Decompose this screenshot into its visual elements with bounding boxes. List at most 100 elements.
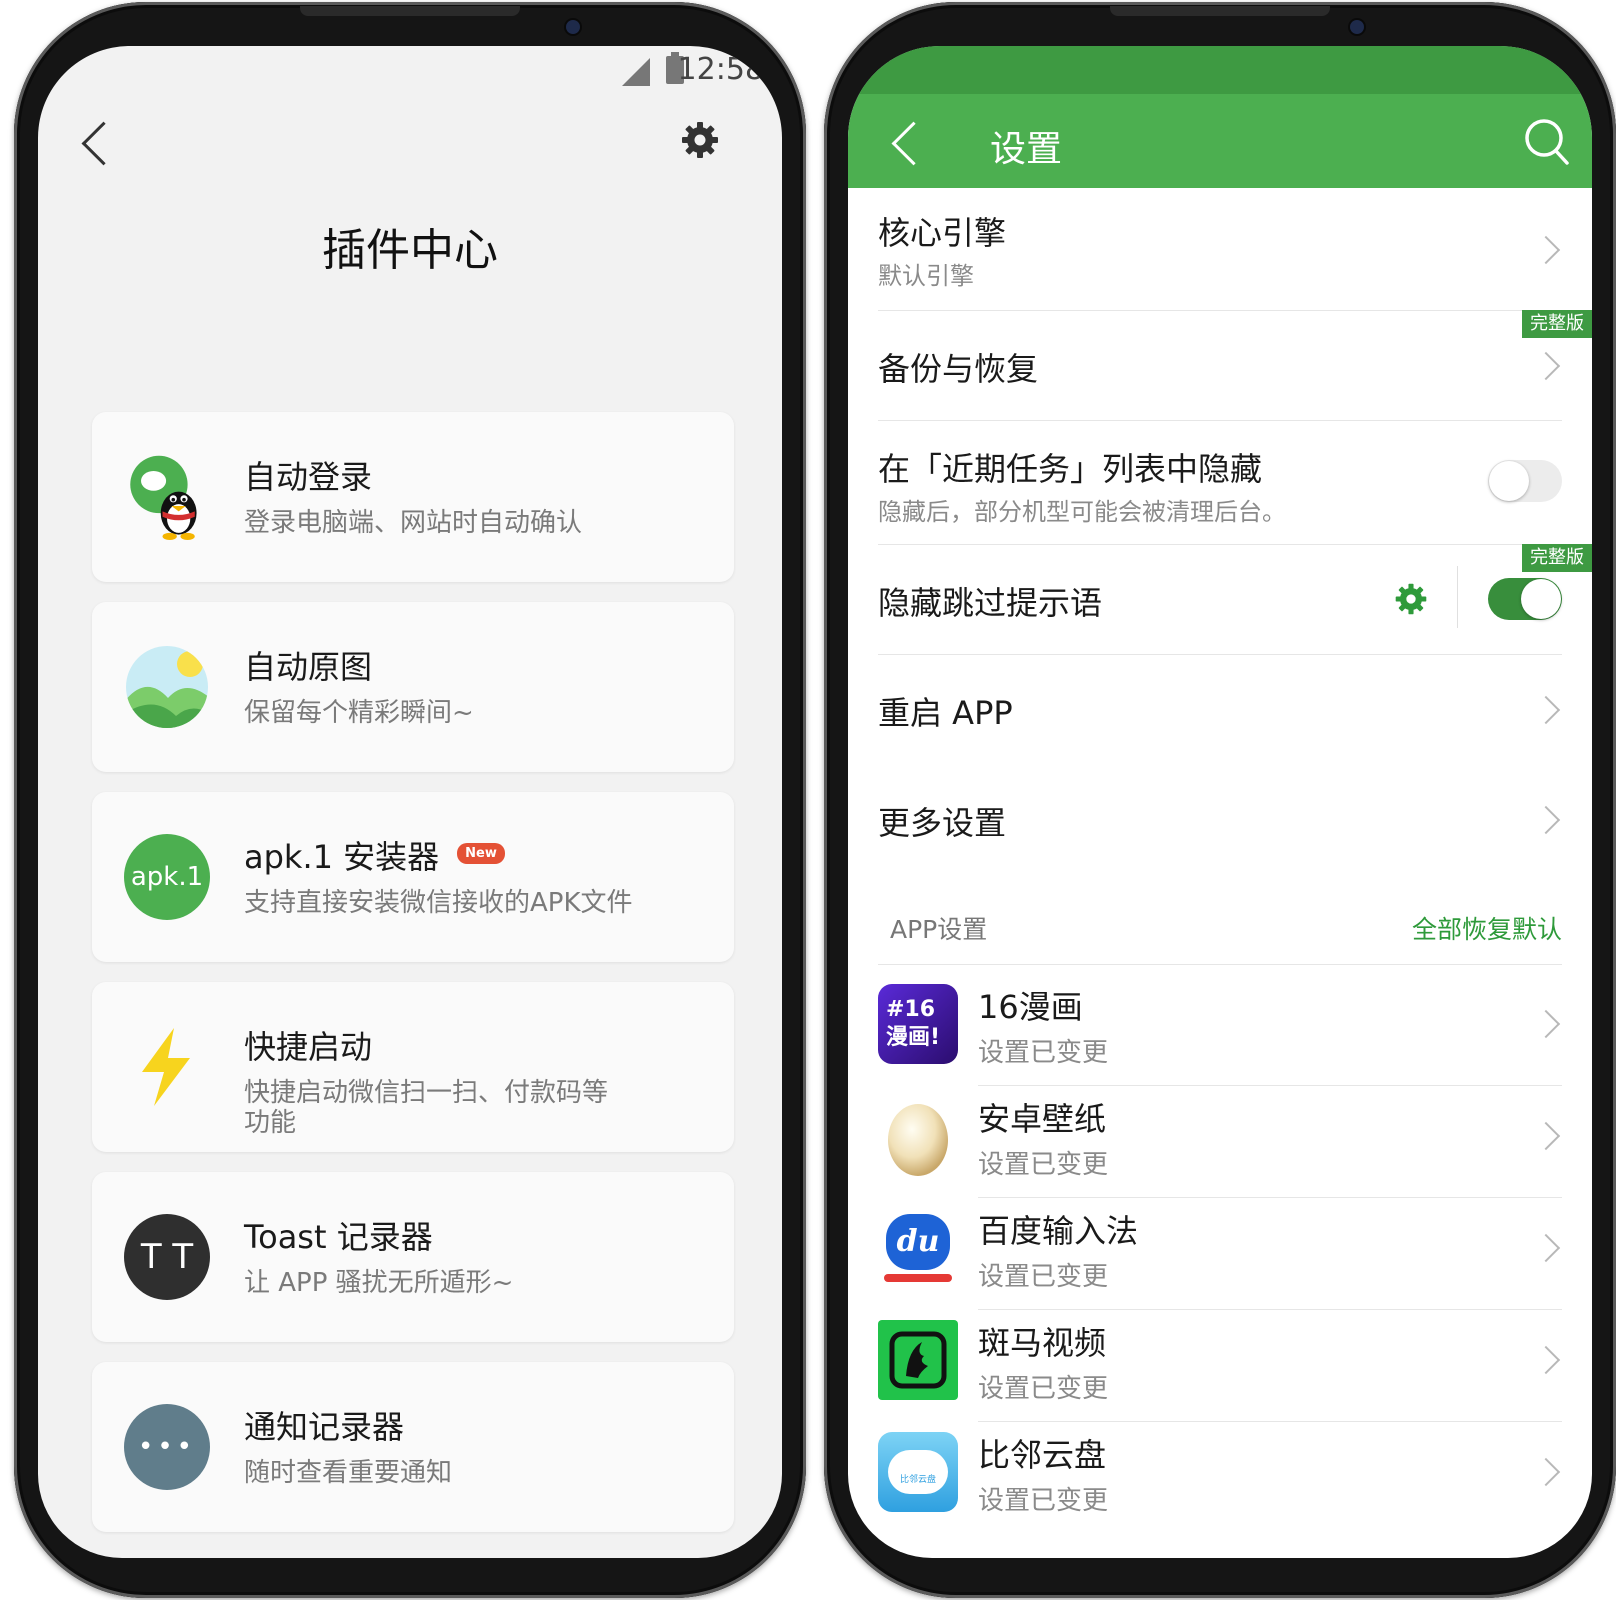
setting-hide-skip-tip[interactable]: 隐藏跳过提示语 xyxy=(878,544,1562,656)
status-time: 12:59 xyxy=(848,46,895,65)
settings-screen: 12:59 设置 核心引擎 默认引擎 完整版 备份与恢复 在「近期任务」列表中隐… xyxy=(848,46,1592,1558)
wechat-qq-icon xyxy=(130,455,197,540)
plugin-desc: 快捷启动微信扫一扫、付款码等功能 xyxy=(244,1078,609,1138)
app-row-baidu-input[interactable]: du 百度输入法 设置已变更 xyxy=(878,1198,1562,1310)
chevron-right-icon xyxy=(1531,1457,1561,1487)
app-bar: 12:59 设置 xyxy=(848,46,1592,188)
phone-right: 12:59 设置 核心引擎 默认引擎 完整版 备份与恢复 在「近期任务」列表中隐… xyxy=(824,2,1616,1598)
app-icon-16manhua: #16 漫画! xyxy=(878,984,958,1064)
plugin-title: 自动原图 xyxy=(244,648,373,686)
app-status: 设置已变更 xyxy=(978,1486,1109,1516)
setting-backup-restore[interactable]: 备份与恢复 xyxy=(878,310,1562,420)
back-icon[interactable] xyxy=(891,121,936,166)
page-title: 插件中心 xyxy=(322,225,498,276)
app-row-zebra-video[interactable]: 斑马视频 设置已变更 xyxy=(878,1310,1562,1422)
chat-bubble-icon: ••• xyxy=(124,1404,210,1490)
app-status: 设置已变更 xyxy=(978,1374,1109,1404)
status-bar: 12:59 xyxy=(848,46,1592,94)
plugin-title-row: apk.1 安装器 New xyxy=(244,832,505,878)
toggle-knob xyxy=(1521,579,1561,619)
plugin-card-quick-launch[interactable]: 快捷启动 快捷启动微信扫一扫、付款码等功能 xyxy=(92,982,734,1152)
status-time: 12:58 xyxy=(677,52,764,87)
restore-all-defaults-link[interactable]: 全部恢复默认 xyxy=(1412,910,1562,946)
app-status: 设置已变更 xyxy=(978,1262,1109,1292)
phone-notch xyxy=(300,6,520,16)
setting-more[interactable]: 更多设置 xyxy=(878,764,1562,874)
chevron-right-icon xyxy=(1531,1233,1561,1263)
apk-icon: apk.1 xyxy=(124,834,210,920)
plugin-desc: 随时查看重要通知 xyxy=(244,1458,453,1488)
divider xyxy=(878,964,1562,965)
chevron-right-icon xyxy=(1531,695,1561,725)
toggle-knob xyxy=(1489,461,1529,501)
app-name: 16漫画 xyxy=(978,988,1083,1026)
lightning-icon xyxy=(142,1028,190,1106)
chevron-right-icon xyxy=(1531,1009,1561,1039)
phone-notch xyxy=(1110,6,1330,16)
hide-recent-toggle[interactable] xyxy=(1488,460,1562,502)
status-bar: 12:58 xyxy=(38,46,782,94)
app-status: 设置已变更 xyxy=(978,1038,1109,1068)
app-status: 设置已变更 xyxy=(978,1150,1109,1180)
settings-gear-icon[interactable] xyxy=(680,120,720,160)
app-name: 比邻云盘 xyxy=(978,1436,1107,1474)
app-name: 斑马视频 xyxy=(978,1324,1107,1362)
app-icon-bilin-cloud: 比邻云盘 xyxy=(878,1432,958,1512)
settings-gear-icon[interactable] xyxy=(1394,582,1428,616)
setting-title: 隐藏跳过提示语 xyxy=(878,584,1103,622)
chevron-right-icon xyxy=(1531,351,1561,381)
plugin-card-auto-login[interactable]: 自动登录 登录电脑端、网站时自动确认 xyxy=(92,412,734,582)
chevron-right-icon xyxy=(1531,235,1561,265)
plugin-center-screen: 12:58 插件中心 自动登录 登录电脑端、网站时自动确认 自动原图 保留每个精… xyxy=(38,46,782,1558)
back-icon[interactable] xyxy=(81,121,126,166)
plugin-card-apk-installer[interactable]: apk.1 apk.1 安装器 New 支持直接安装微信接收的APK文件 xyxy=(92,792,734,962)
setting-title: 在「近期任务」列表中隐藏 xyxy=(878,450,1263,488)
plugin-card-auto-original[interactable]: 自动原图 保留每个精彩瞬间~ xyxy=(92,602,734,772)
setting-title: 备份与恢复 xyxy=(878,350,1039,388)
plugin-desc: 让 APP 骚扰无所遁形~ xyxy=(244,1268,514,1298)
app-row-android-wallpaper[interactable]: 安卓壁纸 设置已变更 xyxy=(878,1086,1562,1198)
wave-decoration xyxy=(884,1274,952,1282)
app-name: 安卓壁纸 xyxy=(978,1100,1107,1138)
setting-title: 重启 APP xyxy=(878,694,1013,732)
plugin-title: 快捷启动 xyxy=(244,1028,373,1066)
app-icon-baidu-input: du xyxy=(878,1208,958,1288)
signal-icon xyxy=(622,58,650,86)
du-logo: du xyxy=(886,1214,950,1270)
front-camera xyxy=(566,20,580,34)
setting-subtitle: 默认引擎 xyxy=(878,262,974,290)
chevron-right-icon xyxy=(1531,1121,1561,1151)
plugin-desc: 登录电脑端、网站时自动确认 xyxy=(244,508,583,538)
page-title: 设置 xyxy=(990,129,1063,170)
setting-subtitle: 隐藏后，部分机型可能会被清理后台。 xyxy=(878,498,1286,526)
plugin-desc: 支持直接安装微信接收的APK文件 xyxy=(244,888,633,918)
zebra-icon xyxy=(878,1320,958,1400)
app-row-bilin-cloud[interactable]: 比邻云盘 比邻云盘 设置已变更 xyxy=(878,1422,1562,1534)
setting-core-engine[interactable]: 核心引擎 默认引擎 xyxy=(878,188,1562,308)
section-label: APP设置 xyxy=(890,915,988,944)
cloud-logo: 比邻云盘 xyxy=(888,1450,948,1494)
plugin-title: Toast 记录器 xyxy=(244,1218,433,1256)
hide-skip-tip-toggle[interactable] xyxy=(1488,578,1562,620)
chevron-right-icon xyxy=(1531,805,1561,835)
setting-title: 核心引擎 xyxy=(878,214,1007,252)
plugin-card-toast-logger[interactable]: T T Toast 记录器 让 APP 骚扰无所遁形~ xyxy=(92,1172,734,1342)
landscape-photo-icon xyxy=(126,646,208,728)
chevron-right-icon xyxy=(1531,1345,1561,1375)
phone-left: 12:58 插件中心 自动登录 登录电脑端、网站时自动确认 自动原图 保留每个精… xyxy=(14,2,806,1598)
front-camera xyxy=(1350,20,1364,34)
vertical-divider xyxy=(1457,566,1458,628)
toast-icon: T T xyxy=(124,1214,210,1300)
setting-hide-recent-tasks[interactable]: 在「近期任务」列表中隐藏 隐藏后，部分机型可能会被清理后台。 xyxy=(878,420,1562,544)
app-name: 百度输入法 xyxy=(978,1212,1139,1250)
plugin-title: 自动登录 xyxy=(244,458,373,496)
plugin-title: apk.1 安装器 xyxy=(244,838,440,876)
search-icon[interactable] xyxy=(1524,118,1570,166)
new-badge: New xyxy=(457,842,505,864)
egg-icon xyxy=(888,1104,948,1176)
app-row-16manhua[interactable]: #16 漫画! 16漫画 设置已变更 xyxy=(878,974,1562,1086)
setting-restart-app[interactable]: 重启 APP xyxy=(878,654,1562,764)
plugin-desc: 保留每个精彩瞬间~ xyxy=(244,698,474,728)
plugin-title: 通知记录器 xyxy=(244,1408,405,1446)
plugin-card-notification-logger[interactable]: ••• 通知记录器 随时查看重要通知 xyxy=(92,1362,734,1532)
